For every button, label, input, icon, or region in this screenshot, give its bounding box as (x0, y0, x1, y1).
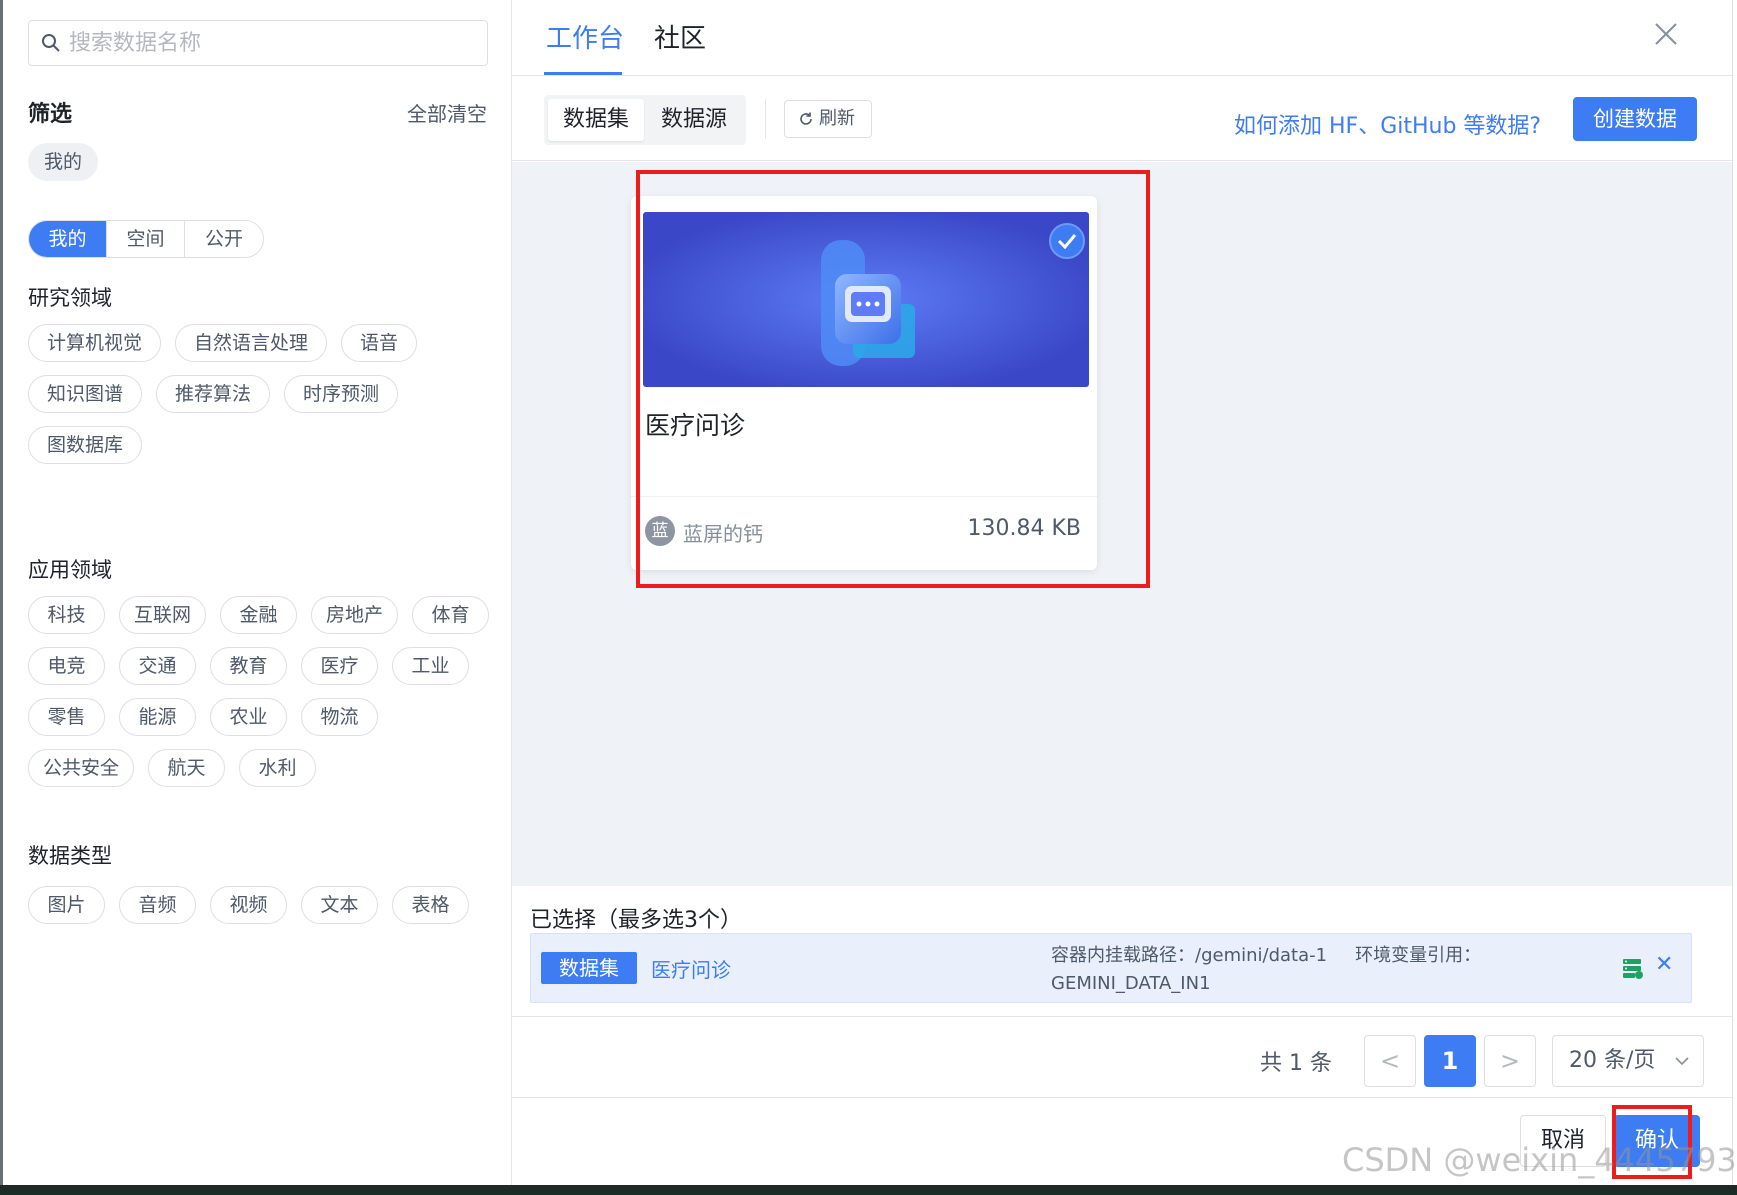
tag-data-type[interactable]: 表格 (392, 886, 469, 924)
dataset-card[interactable]: 医疗问诊 蓝 蓝屏的钙 130.84 KB (631, 196, 1097, 570)
tag-application[interactable]: 金融 (220, 596, 298, 634)
tag-application[interactable]: 体育 (412, 596, 490, 634)
pagination-bar: 共 1 条 < 1 > 20 条/页 (512, 1016, 1732, 1098)
active-tab-indicator (544, 72, 622, 75)
scope-option-space[interactable]: 空间 (107, 221, 185, 257)
page-size-select[interactable]: 20 条/页 (1552, 1035, 1704, 1087)
cancel-button[interactable]: 取消 (1520, 1115, 1606, 1167)
dataset-title: 医疗问诊 (645, 411, 746, 440)
filter-title: 筛选 (28, 102, 73, 127)
toolbar: 数据集 数据源 刷新 如何添加 HF、GitHub 等数据? 创建数据 (512, 77, 1732, 161)
tag-application[interactable]: 交通 (119, 647, 196, 685)
author-name: 蓝屏的钙 (683, 522, 763, 546)
avatar: 蓝 (645, 516, 675, 546)
data-type-tags: 图片 音频 视频 文本 表格 (28, 886, 508, 937)
dataset-size: 130.84 KB (967, 516, 1082, 541)
tag-application[interactable]: 公共安全 (28, 749, 135, 787)
chevron-down-icon (1675, 1057, 1689, 1066)
tag-research[interactable]: 时序预测 (284, 375, 399, 413)
close-icon[interactable] (1652, 20, 1680, 48)
search-icon (42, 34, 60, 52)
toolbar-divider (765, 99, 766, 139)
tag-application[interactable]: 水利 (239, 749, 317, 787)
card-divider (631, 496, 1097, 497)
clear-all-button[interactable]: 全部清空 (407, 98, 487, 127)
switch-datasource[interactable]: 数据源 (646, 99, 742, 141)
tag-application[interactable]: 房地产 (311, 596, 399, 634)
research-tags: 计算机视觉 自然语言处理 语音 知识图谱 推荐算法 时序预测 图数据库 (28, 324, 498, 477)
check-icon (1057, 234, 1077, 250)
data-type-title: 数据类型 (28, 844, 112, 868)
scope-option-public[interactable]: 公开 (185, 221, 263, 257)
research-area-title: 研究领域 (28, 286, 112, 310)
tag-research[interactable]: 自然语言处理 (175, 324, 328, 362)
selected-item-row: 数据集 医疗问诊 容器内挂载路径：/gemini/data-1 环境变量引用： G… (530, 933, 1692, 1003)
tag-research[interactable]: 知识图谱 (28, 375, 143, 413)
create-data-button[interactable]: 创建数据 (1573, 97, 1697, 141)
tag-application[interactable]: 工业 (392, 647, 469, 685)
tag-data-type[interactable]: 文本 (301, 886, 378, 924)
page-size-value: 20 条/页 (1569, 1048, 1656, 1073)
bottom-strip (0, 1185, 1737, 1195)
selected-dataset-name[interactable]: 医疗问诊 (651, 954, 731, 983)
main-panel: 工作台 社区 数据集 数据源 刷新 如何添加 HF、GitHub 等数据? 创建… (512, 0, 1732, 1185)
refresh-icon (800, 112, 812, 125)
right-edge (1732, 0, 1737, 1185)
page-number-current[interactable]: 1 (1424, 1035, 1476, 1087)
tab-community[interactable]: 社区 (654, 18, 706, 55)
selected-check (1049, 223, 1085, 259)
switch-dataset[interactable]: 数据集 (548, 99, 644, 141)
tag-research[interactable]: 计算机视觉 (28, 324, 162, 362)
tag-data-type[interactable]: 音频 (119, 886, 196, 924)
tab-bar: 工作台 社区 (512, 0, 1732, 76)
database-icon[interactable] (1621, 956, 1645, 980)
tag-application[interactable]: 农业 (210, 698, 287, 736)
scope-option-mine[interactable]: 我的 (29, 221, 107, 257)
tag-application[interactable]: 电竞 (28, 647, 105, 685)
tag-data-type[interactable]: 图片 (28, 886, 105, 924)
tag-application[interactable]: 科技 (28, 596, 105, 634)
tag-research[interactable]: 语音 (341, 324, 418, 362)
dataset-cover-image (643, 212, 1089, 387)
chevron-right-icon[interactable]: > (1484, 1035, 1536, 1087)
env-var-name: GEMINI_DATA_IN1 (1051, 973, 1211, 994)
refresh-button[interactable]: 刷新 (784, 100, 872, 138)
search-input[interactable] (69, 27, 469, 59)
dataset-list-area: 医疗问诊 蓝 蓝屏的钙 130.84 KB 已选择（最多选3个） 数据集 医疗问… (512, 162, 1732, 1003)
tag-application[interactable]: 能源 (119, 698, 196, 736)
tag-data-type[interactable]: 视频 (210, 886, 287, 924)
application-area-title: 应用领域 (28, 558, 112, 582)
refresh-label: 刷新 (819, 108, 855, 129)
remove-icon[interactable]: ✕ (1655, 952, 1673, 977)
tab-workbench[interactable]: 工作台 (546, 18, 624, 55)
tag-research[interactable]: 图数据库 (28, 426, 143, 464)
active-filter-chip[interactable]: 我的 (28, 143, 99, 181)
mount-path: 容器内挂载路径：/gemini/data-1 (1051, 945, 1328, 966)
confirm-button[interactable]: 确认 (1614, 1115, 1700, 1167)
application-tags: 科技 互联网 金融 房地产 体育 电竞 交通 教育 医疗 工业 零售 能源 农业… (28, 596, 508, 800)
tag-application[interactable]: 教育 (210, 647, 287, 685)
search-box[interactable] (28, 20, 488, 66)
tag-application[interactable]: 航天 (148, 749, 226, 787)
help-link[interactable]: 如何添加 HF、GitHub 等数据? (1234, 108, 1541, 140)
scope-switch: 我的 空间 公开 (28, 220, 264, 258)
total-count: 共 1 条 (1260, 1051, 1332, 1076)
dataset-source-switch: 数据集 数据源 (544, 95, 746, 145)
selected-type-badge: 数据集 (541, 952, 637, 984)
mount-info: 容器内挂载路径：/gemini/data-1 环境变量引用： GEMINI_DAT… (1051, 942, 1511, 998)
tag-application[interactable]: 物流 (301, 698, 378, 736)
filter-sidebar: 筛选 全部清空 我的 我的 空间 公开 研究领域 计算机视觉 自然语言处理 语音… (3, 0, 512, 1185)
tag-application[interactable]: 医疗 (301, 647, 378, 685)
selected-title: 已选择（最多选3个） (530, 908, 742, 933)
tag-application[interactable]: 互联网 (119, 596, 207, 634)
env-var-label: 环境变量引用： (1355, 945, 1482, 966)
tag-application[interactable]: 零售 (28, 698, 105, 736)
chevron-left-icon[interactable]: < (1364, 1035, 1416, 1087)
tag-research[interactable]: 推荐算法 (156, 375, 271, 413)
